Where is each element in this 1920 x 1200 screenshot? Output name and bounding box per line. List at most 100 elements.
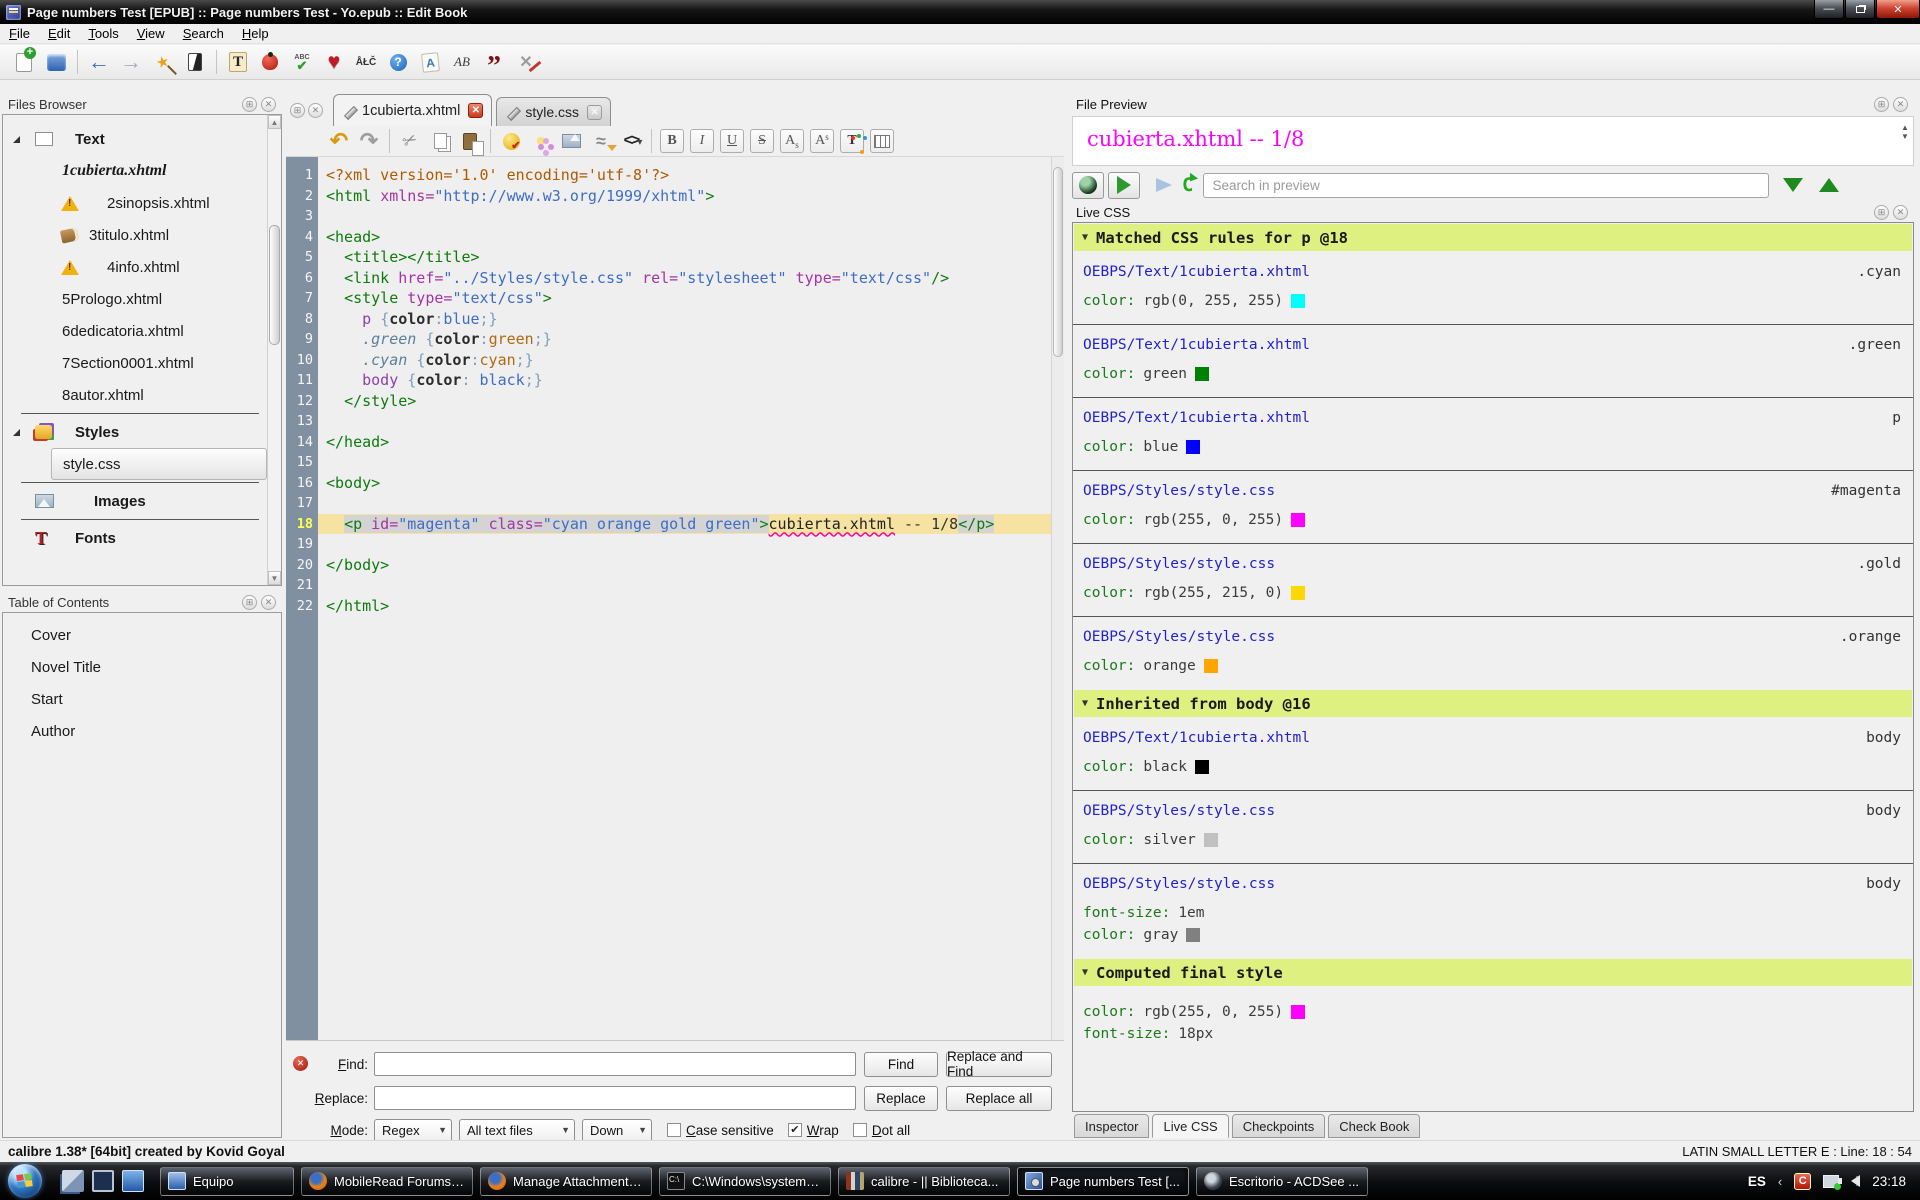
undo-button[interactable] [324,128,354,154]
browser-preview-button[interactable] [1072,172,1104,199]
files-section-images[interactable]: Images [3,485,267,517]
code-line-9[interactable]: .green {color:green;} [318,329,1051,350]
close-panel-icon[interactable]: ✕ [1893,97,1908,112]
code-line-20[interactable]: </body> [318,555,1051,576]
css-section-header[interactable]: ▼Computed final style [1074,959,1912,986]
smarten-punctuation-button[interactable] [478,48,510,76]
css-file-link[interactable]: OEBPS/Text/1cubierta.xhtml [1083,730,1310,746]
code-line-15[interactable] [318,452,1051,473]
code-line-1[interactable]: <?xml version='1.0' encoding='utf-8'?> [318,165,1051,186]
checkbox-box-icon[interactable] [853,1123,867,1137]
files-section-fonts[interactable]: Fonts [3,522,267,554]
insert-text-button[interactable] [222,48,254,76]
code-line-17[interactable] [318,493,1051,514]
subscript-button[interactable] [780,129,804,153]
menu-view[interactable]: View [128,24,174,43]
help-button[interactable] [382,48,414,76]
italic-button[interactable] [690,129,714,153]
file-item-2sinopsis.xhtml[interactable]: 2sinopsis.xhtml [3,187,267,219]
float-panel-icon[interactable]: ⊞ [242,97,257,112]
expand-caret-icon[interactable] [13,136,20,143]
checkbox-box-icon[interactable] [667,1123,681,1137]
toc-item-start[interactable]: Start [3,683,267,715]
close-editor-icon[interactable]: ✕ [308,103,323,118]
toc-item-cover[interactable]: Cover [3,619,267,651]
taskbar-button[interactable]: C:\Windows\system3... [659,1167,831,1196]
dock-tab-live-css[interactable]: Live CSS [1152,1114,1228,1138]
taskbar-button[interactable]: Manage Attachments... [480,1167,652,1196]
start-button[interactable] [2,1163,48,1199]
toc-edit-button[interactable] [179,48,211,76]
code-line-5[interactable]: <title></title> [318,247,1051,268]
css-file-link[interactable]: OEBPS/Text/1cubierta.xhtml [1083,337,1310,353]
menu-search[interactable]: Search [174,24,233,43]
network-icon[interactable] [1823,1175,1839,1188]
code-line-14[interactable]: </head> [318,432,1051,453]
code-line-13[interactable] [318,411,1051,432]
preview-pane[interactable]: cubierta.xhtml -- 1/8 ▲▼ [1072,116,1914,166]
tab-1cubierta.xhtml[interactable]: 1cubierta.xhtml✕ [333,94,492,126]
toc-item-novel-title[interactable]: Novel Title [3,651,267,683]
code-line-7[interactable]: <style type="text/css"> [318,288,1051,309]
find-input[interactable] [374,1052,856,1076]
text-color-button[interactable] [840,129,864,153]
quick-launch-icon[interactable] [122,1170,144,1192]
close-button[interactable]: ✕ [1876,0,1920,19]
clock[interactable]: 23:18 [1872,1174,1906,1189]
scroll-down-icon[interactable]: ▼ [268,571,281,585]
collapse-triangle-icon[interactable]: ▼ [1082,232,1088,243]
css-file-link[interactable]: OEBPS/Styles/style.css [1083,483,1275,499]
float-editor-icon[interactable]: ⊞ [290,103,305,118]
new-file-button[interactable] [8,48,40,76]
bold-button[interactable] [660,129,684,153]
css-file-link[interactable]: OEBPS/Styles/style.css [1083,876,1275,892]
file-item-6dedicatoria.xhtml[interactable]: 6dedicatoria.xhtml [3,315,267,347]
scroll-thumb[interactable] [1053,167,1063,357]
close-panel-icon[interactable]: ✕ [1893,205,1908,220]
menu-edit[interactable]: Edit [39,24,79,43]
sync-preview-icon[interactable] [1156,178,1172,192]
code-line-16[interactable]: <body> [318,473,1051,494]
replace-and-find-button[interactable]: Replace and Find [946,1052,1052,1077]
calibre-tray-icon[interactable]: C [1794,1173,1811,1190]
code-editor[interactable]: 12345678910111213141516171819202122 <?xm… [286,156,1064,1040]
css-file-link[interactable]: OEBPS/Styles/style.css [1083,803,1275,819]
collapse-triangle-icon[interactable]: ▼ [1082,698,1088,709]
scope-select[interactable]: All text files▼ [459,1119,575,1142]
menu-help[interactable]: Help [233,24,278,43]
scroll-up-icon[interactable]: ▲ [268,115,281,129]
code-line-19[interactable] [318,534,1051,555]
code-line-10[interactable]: .cyan {color:cyan;} [318,350,1051,371]
checkbox-case-sensitive[interactable]: Case sensitive [667,1123,774,1138]
redo-button[interactable] [354,128,384,154]
search-next-icon[interactable] [1783,178,1803,192]
beautify-wand-button[interactable] [147,48,179,76]
superscript-button[interactable] [810,129,834,153]
files-section-text[interactable]: Text [3,123,267,155]
insert-image-button[interactable] [556,128,586,154]
view-images-button[interactable] [414,48,446,76]
preview-search-input[interactable]: Search in preview [1203,173,1769,198]
code-line-6[interactable]: <link href="../Styles/style.css" rel="st… [318,268,1051,289]
dock-tab-checkpoints[interactable]: Checkpoints [1232,1114,1326,1138]
css-file-link[interactable]: OEBPS/Styles/style.css [1083,556,1275,572]
code-line-18[interactable]: <p id="magenta" class="cyan orange gold … [318,514,1051,535]
code-line-22[interactable]: </html> [318,596,1051,617]
beautify-button[interactable] [526,128,556,154]
float-panel-icon[interactable]: ⊞ [1874,205,1889,220]
minimize-button[interactable]: — [1814,0,1844,19]
files-scrollbar[interactable]: ▲ ▼ [267,115,281,585]
show-desktop-icon[interactable] [92,1170,114,1192]
back-button[interactable] [83,48,115,76]
menu-tools[interactable]: Tools [79,24,127,43]
check-book-button[interactable] [254,48,286,76]
strikethrough-button[interactable] [750,129,774,153]
direction-select[interactable]: Down▼ [582,1119,652,1142]
donate-button[interactable] [318,48,350,76]
collapse-triangle-icon[interactable]: ▼ [1082,967,1088,978]
refresh-icon[interactable]: C [1182,174,1193,196]
close-panel-icon[interactable]: ✕ [261,595,276,610]
forward-button[interactable] [115,48,147,76]
file-item-4info.xhtml[interactable]: 4info.xhtml [3,251,267,283]
checkbox-dot-all[interactable]: Dot all [853,1123,910,1138]
